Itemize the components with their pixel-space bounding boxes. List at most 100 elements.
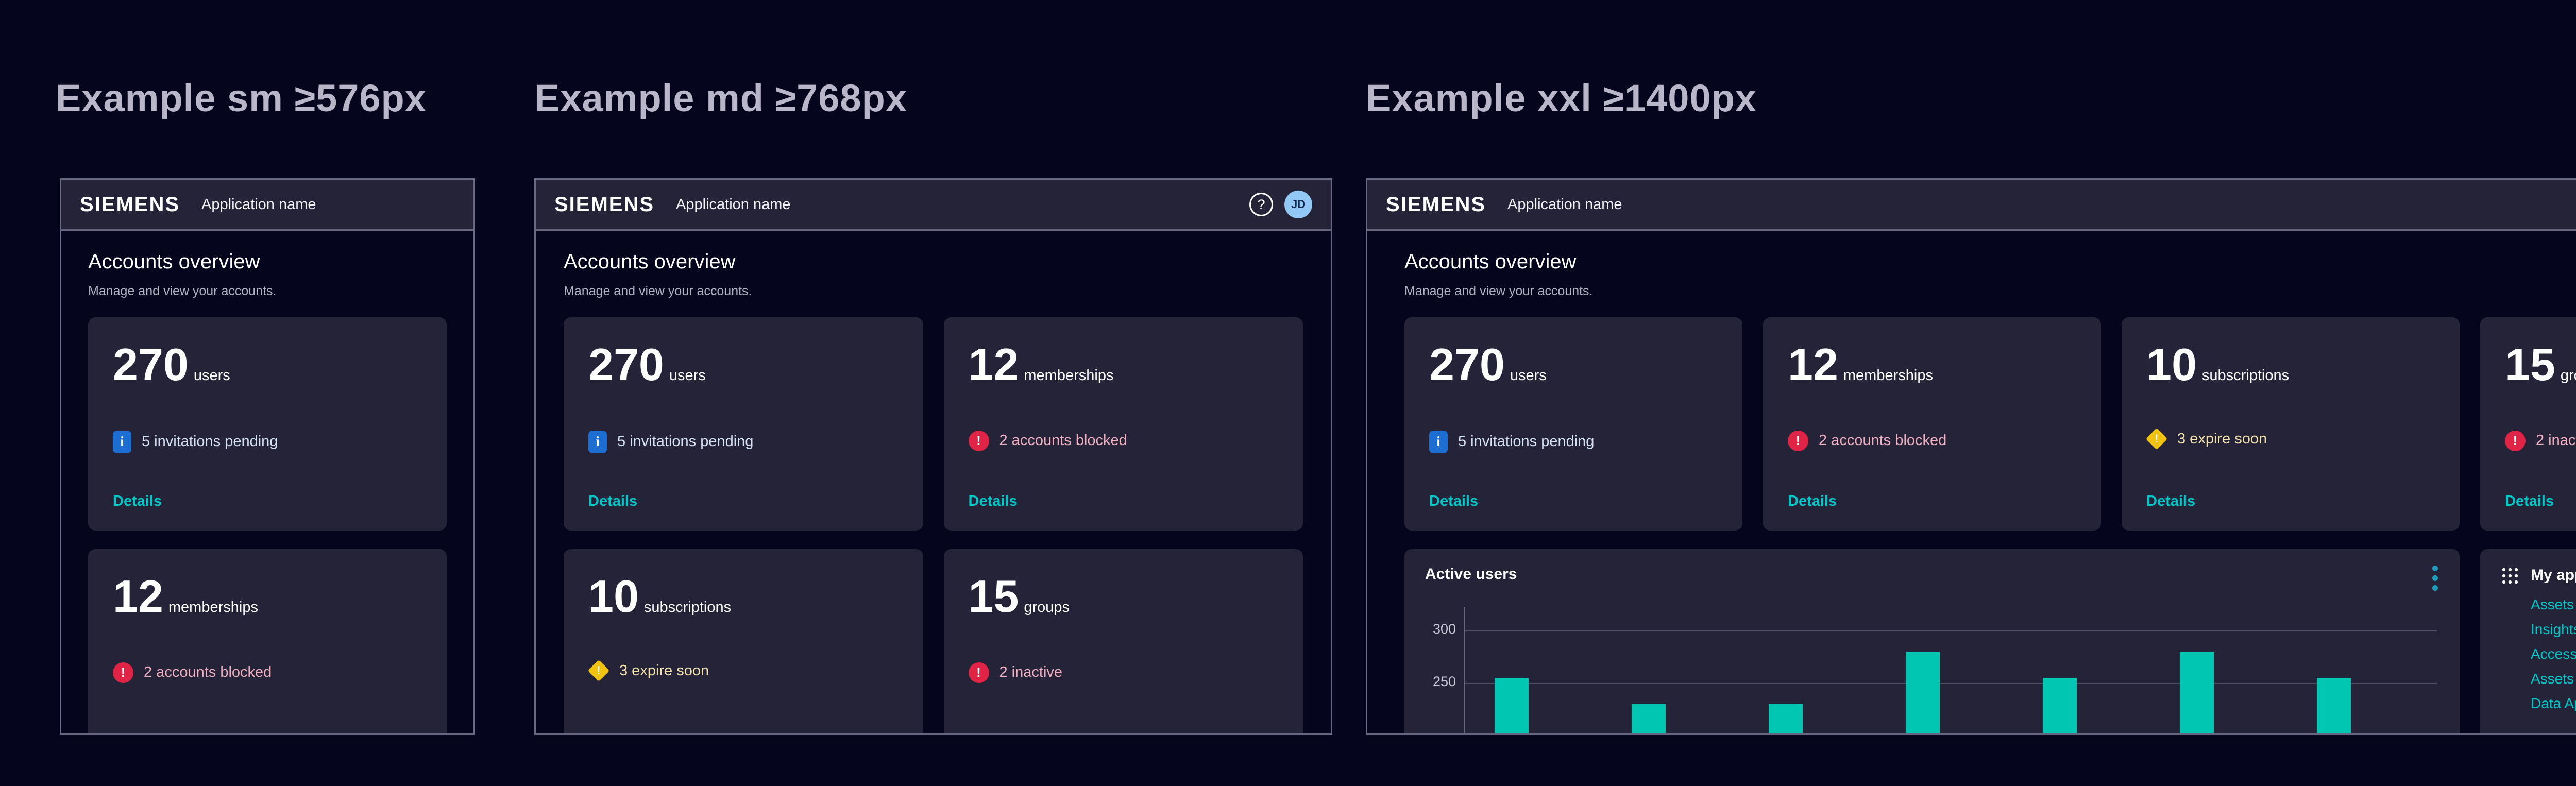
details-link[interactable]: Details [1429,493,1478,510]
app-link-label: Insights [2531,621,2576,638]
stat-card-groups: 15 groups ! 2 inactive Details [2480,317,2576,531]
page-title: Accounts overview [88,250,447,274]
stat-value-row: 270 users [1429,343,1718,386]
stat-value-row: 270 users [113,343,422,386]
app-link-label: Access key [2531,646,2576,662]
info-icon: i [1429,431,1448,453]
stat-card-subscriptions: 10 subscriptions ! 3 expire soon Details [2122,317,2460,531]
app-name: Application name [201,196,316,213]
app-link-access-key[interactable]: Access key › [2531,642,2576,667]
stat-value: 270 [113,343,189,386]
stat-label: subscriptions [2202,367,2289,384]
panel-content: Accounts overview Manage and view your a… [536,231,1331,733]
warning-icon: ! [588,660,609,681]
bar-chart-plot: 300 250 [1464,607,2437,733]
status-row: ! 2 accounts blocked [969,431,1279,451]
stat-label: subscriptions [644,599,731,616]
stat-value: 12 [969,343,1019,386]
chart-bar [1906,652,1940,733]
help-icon[interactable]: ? [1249,193,1273,216]
example-panel-sm: SIEMENS Application name Accounts overvi… [60,178,475,735]
stat-value: 10 [588,575,639,618]
app-link-assets-app[interactable]: Assets App › [2531,667,2576,691]
stat-card-grid: 270 users i 5 invitations pending Detail… [88,317,447,733]
status-row: i 5 invitations pending [1429,431,1718,453]
page-title: Accounts overview [1404,250,2576,274]
details-link[interactable]: Details [2146,493,2195,510]
stat-value-row: 10 subscriptions [588,575,899,618]
app-link-assets-flow[interactable]: Assets flow › [2531,592,2576,617]
y-tick-250: 250 [1409,674,1456,690]
siemens-logo: SIEMENS [80,193,180,216]
app-name: Application name [1507,196,1622,213]
chart-bar [2317,678,2351,733]
example-panel-xxl: SIEMENS Application name ? JD Accounts o… [1366,178,2576,735]
page-subtitle: Manage and view your accounts. [1404,284,2576,299]
stat-label: memberships [1024,367,1113,384]
gridline-300 [1465,630,2437,631]
error-icon: ! [113,662,133,683]
stat-label: users [669,367,706,384]
status-row: i 5 invitations pending [113,431,422,453]
page-title: Accounts overview [564,250,1303,274]
details-link[interactable]: Details [588,493,637,510]
chart-bar [1769,704,1803,733]
stat-card-users: 270 users i 5 invitations pending Detail… [1404,317,1742,531]
details-link[interactable]: Details [1788,493,1837,510]
error-icon: ! [2505,431,2526,451]
stat-card-users: 270 users i 5 invitations pending Detail… [564,317,923,531]
chart-bar [2043,678,2077,733]
stat-label: memberships [1843,367,1933,384]
app-link-data-app[interactable]: Data App › [2531,691,2576,716]
stat-card-memberships: 12 memberships ! 2 accounts blocked Deta… [88,549,447,733]
stat-value-row: 15 groups [969,575,1279,618]
status-text: 3 expire soon [2177,431,2267,448]
stat-value: 270 [1429,343,1505,386]
details-link[interactable]: Details [113,493,162,510]
status-row: ! 2 accounts blocked [113,662,422,683]
page-subtitle: Manage and view your accounts. [88,284,447,299]
stat-value: 12 [113,575,163,618]
stat-value: 12 [1788,343,1838,386]
kebab-menu-icon[interactable] [2430,563,2440,593]
stat-card-memberships: 12 memberships ! 2 accounts blocked Deta… [1763,317,2101,531]
stat-card-subscriptions: 10 subscriptions ! 3 expire soon Details [564,549,923,733]
design-canvas: Example sm ≥576px Example md ≥768px Exam… [0,0,2576,786]
app-header: SIEMENS Application name ? JD [536,180,1331,231]
stat-card-users: 270 users i 5 invitations pending Detail… [88,317,447,531]
status-text: 2 accounts blocked [144,664,272,681]
details-link[interactable]: Details [969,493,1018,510]
error-icon: ! [969,431,989,451]
details-link[interactable]: Details [2505,493,2554,510]
app-link-insights[interactable]: Insights › [2531,617,2576,642]
status-text: 2 inactive [999,664,1063,681]
stat-label: users [194,367,230,384]
gridline-250 [1465,683,2437,684]
breakpoint-heading-sm: Example sm ≥576px [56,76,427,120]
chart-bar [1495,678,1529,733]
stat-card-grid: 270 users i 5 invitations pending Detail… [1404,317,2576,531]
info-icon: i [113,431,131,453]
stat-value-row: 270 users [588,343,899,386]
y-tick-300: 300 [1409,621,1456,637]
chart-title: Active users [1425,566,1517,583]
my-apps-list: Assets flow › Insights › Access key › [2531,592,2576,716]
stat-value-row: 12 memberships [1788,343,2076,386]
app-link-label: Assets App [2531,671,2576,687]
stat-value: 10 [2146,343,2197,386]
app-name: Application name [676,196,790,213]
stat-value-row: 12 memberships [969,343,1279,386]
status-text: 3 expire soon [619,662,709,679]
stat-card-grid: 270 users i 5 invitations pending Detail… [564,317,1303,733]
bottom-row: Active users 300 250 [1404,549,2576,733]
stat-value: 15 [969,575,1019,618]
siemens-logo: SIEMENS [554,193,654,216]
stat-label: groups [2561,367,2576,384]
stat-value-row: 15 groups [2505,343,2576,386]
avatar[interactable]: JD [1284,191,1312,218]
breakpoint-heading-xxl: Example xxl ≥1400px [1366,76,1757,120]
info-icon: i [588,431,607,453]
app-header: SIEMENS Application name ? JD [1367,180,2576,231]
app-grid-icon [2501,567,2519,588]
my-apps-card: My apps Assets flow › Insights › Access … [2480,549,2576,733]
